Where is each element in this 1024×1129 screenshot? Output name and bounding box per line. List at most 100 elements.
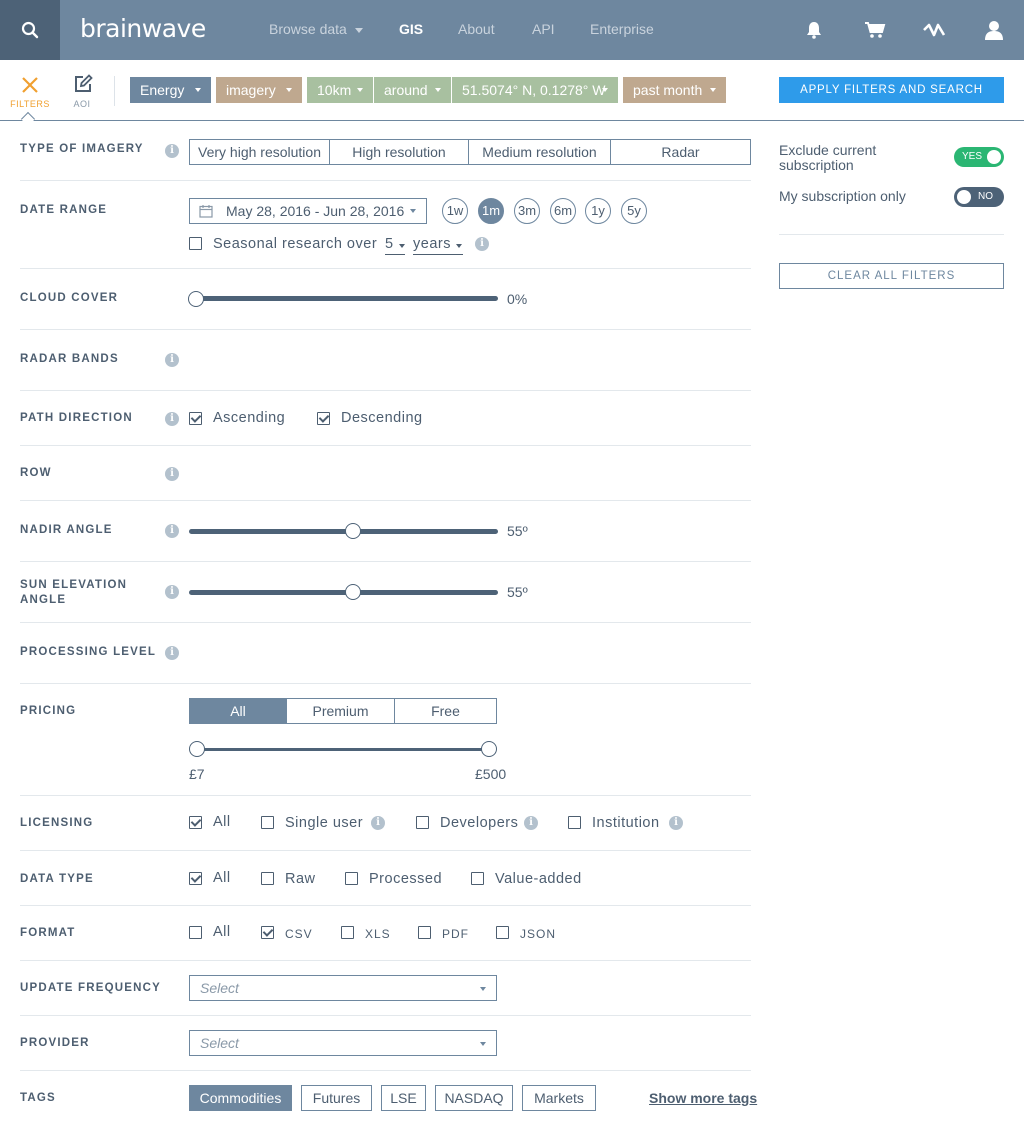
info-icon[interactable]: i: [475, 237, 489, 251]
nav-enterprise[interactable]: Enterprise: [590, 21, 654, 37]
chip-around[interactable]: around: [374, 77, 451, 103]
radar-bands-label: RADAR BANDS: [20, 353, 119, 365]
info-icon[interactable]: i: [165, 353, 179, 367]
format-json-checkbox[interactable]: [496, 926, 509, 939]
pricing-option-free[interactable]: Free: [395, 699, 496, 723]
chip-imagery[interactable]: imagery: [216, 77, 302, 103]
price-max-handle[interactable]: [481, 741, 497, 757]
bell-icon[interactable]: [800, 16, 828, 44]
info-icon[interactable]: i: [524, 816, 538, 830]
search-icon: [21, 21, 39, 39]
seasonal-unit-select[interactable]: years: [413, 236, 463, 255]
ascending-label: Ascending: [213, 410, 286, 426]
chip-location[interactable]: 51.5074° N, 0.1278° W: [452, 77, 618, 103]
format-pdf-checkbox[interactable]: [418, 926, 431, 939]
format-pdf-label: PDF: [442, 927, 469, 941]
quick-range-1y[interactable]: 1y: [585, 198, 611, 224]
nav-browse-data-label: Browse data: [269, 21, 347, 37]
format-all-checkbox[interactable]: [189, 926, 202, 939]
descending-checkbox[interactable]: [317, 412, 330, 425]
price-range-slider-track[interactable]: [196, 748, 489, 751]
logo[interactable]: brainwave: [80, 14, 206, 43]
chip-distance[interactable]: 10km: [307, 77, 373, 103]
apply-filters-button[interactable]: APPLY FILTERS AND SEARCH: [779, 77, 1004, 103]
nadir-angle-slider-track[interactable]: [189, 529, 498, 534]
clear-all-filters-button[interactable]: CLEAR ALL FILTERS: [779, 263, 1004, 289]
nav-gis[interactable]: GIS: [399, 21, 423, 37]
data-type-all-label: All: [213, 870, 231, 886]
format-csv-checkbox[interactable]: [261, 926, 274, 939]
info-icon[interactable]: i: [165, 585, 179, 599]
licensing-institution-checkbox[interactable]: [568, 816, 581, 829]
chip-location-label: 51.5074° N, 0.1278° W: [462, 82, 606, 98]
nadir-angle-slider-handle[interactable]: [344, 523, 361, 539]
info-icon[interactable]: i: [165, 412, 179, 426]
cart-icon[interactable]: [861, 16, 889, 44]
brand-mark-icon[interactable]: [920, 16, 948, 44]
quick-range-5y[interactable]: 5y: [621, 198, 647, 224]
tag-commodities[interactable]: Commodities: [189, 1085, 292, 1111]
info-icon[interactable]: i: [165, 646, 179, 660]
info-icon[interactable]: i: [165, 467, 179, 481]
cloud-cover-slider-track[interactable]: [196, 296, 498, 301]
imagery-type-selector: Very high resolution High resolution Med…: [189, 139, 751, 165]
data-type-raw-checkbox[interactable]: [261, 872, 274, 885]
pricing-option-premium[interactable]: Premium: [287, 699, 395, 723]
cloud-cover-slider-handle[interactable]: [188, 291, 204, 307]
info-icon[interactable]: i: [165, 144, 179, 158]
imagery-option-high[interactable]: High resolution: [330, 140, 469, 164]
filter-bar: FILTERS AOI Energy imagery 10km around 5…: [0, 60, 1024, 127]
chip-time-period[interactable]: past month: [623, 77, 726, 103]
quick-range-3m[interactable]: 3m: [514, 198, 540, 224]
user-icon[interactable]: [980, 16, 1008, 44]
tag-nasdaq[interactable]: NASDAQ: [435, 1085, 513, 1111]
ascending-checkbox[interactable]: [189, 412, 202, 425]
update-frequency-select[interactable]: Select: [189, 975, 497, 1001]
imagery-option-medium[interactable]: Medium resolution: [469, 140, 611, 164]
tab-aoi[interactable]: AOI: [54, 60, 110, 120]
my-subscription-toggle[interactable]: NO: [954, 187, 1004, 207]
data-type-processed-checkbox[interactable]: [345, 872, 358, 885]
info-icon[interactable]: i: [165, 524, 179, 538]
nav-about[interactable]: About: [458, 21, 495, 37]
data-type-all-checkbox[interactable]: [189, 872, 202, 885]
licensing-all-checkbox[interactable]: [189, 816, 202, 829]
tag-lse[interactable]: LSE: [381, 1085, 426, 1111]
date-range-picker[interactable]: May 28, 2016 - Jun 28, 2016: [189, 198, 427, 224]
seasonal-research-label: Seasonal research over: [213, 236, 378, 252]
chevron-down-icon: [456, 244, 462, 248]
data-type-label: DATA TYPE: [20, 873, 94, 885]
info-icon[interactable]: i: [669, 816, 683, 830]
sun-elevation-slider-handle[interactable]: [344, 584, 361, 600]
pricing-option-all[interactable]: All: [190, 699, 287, 723]
top-nav: brainwave Browse data GIS About API Ente…: [0, 0, 1024, 60]
licensing-developers-checkbox[interactable]: [416, 816, 429, 829]
type-of-imagery-label: TYPE OF IMAGERY: [20, 143, 144, 155]
quick-range-6m[interactable]: 6m: [550, 198, 576, 224]
provider-select[interactable]: Select: [189, 1030, 497, 1056]
format-xls-checkbox[interactable]: [341, 926, 354, 939]
licensing-single-user-checkbox[interactable]: [261, 816, 274, 829]
imagery-option-radar[interactable]: Radar: [611, 140, 750, 164]
exclude-subscription-toggle[interactable]: YES: [954, 147, 1004, 167]
seasonal-count-select[interactable]: 5: [385, 236, 405, 255]
chip-energy[interactable]: Energy: [130, 77, 211, 103]
quick-range-1m[interactable]: 1m: [478, 198, 504, 224]
chevron-down-icon: [602, 88, 608, 92]
nav-browse-data[interactable]: Browse data: [269, 21, 363, 37]
data-type-value-added-checkbox[interactable]: [471, 872, 484, 885]
nav-api[interactable]: API: [532, 21, 555, 37]
info-icon[interactable]: i: [371, 816, 385, 830]
search-button[interactable]: [0, 0, 60, 60]
price-min-handle[interactable]: [189, 741, 205, 757]
tag-futures[interactable]: Futures: [301, 1085, 372, 1111]
seasonal-research-checkbox[interactable]: [189, 237, 202, 250]
tag-markets[interactable]: Markets: [522, 1085, 596, 1111]
quick-range-1w[interactable]: 1w: [442, 198, 468, 224]
cloud-cover-value: 0%: [507, 291, 528, 307]
tab-filters[interactable]: FILTERS: [2, 60, 58, 127]
imagery-option-very-high[interactable]: Very high resolution: [190, 140, 330, 164]
sun-elevation-slider-track[interactable]: [189, 590, 498, 595]
sun-elevation-label: SUN ELEVATION ANGLE: [20, 579, 128, 606]
show-more-tags-link[interactable]: Show more tags: [649, 1090, 757, 1106]
